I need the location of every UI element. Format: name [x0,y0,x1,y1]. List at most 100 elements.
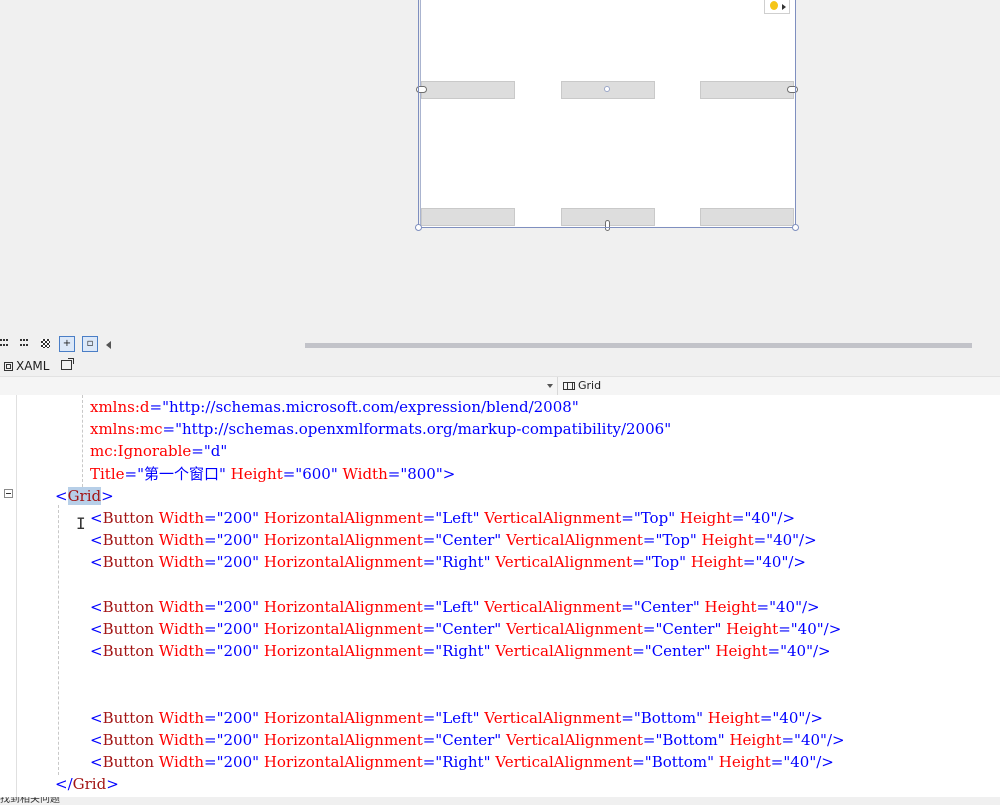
code-token: =" [642,531,663,550]
code-token: HorizontalAlignment [263,509,423,527]
preview-button-bottom-right[interactable] [700,208,794,226]
code-line[interactable]: mc:Ignorable="d" [90,440,227,462]
code-token: Left [442,708,473,727]
code-line[interactable]: <Button Width="200" HorizontalAlignment=… [90,596,820,618]
code-token: VerticalAlignment [505,731,643,749]
bottom-margin-anchor[interactable] [605,220,610,231]
preview-button-top-right[interactable] [700,81,794,99]
code-line[interactable]: </Grid> [55,773,119,795]
code-token: Center [640,597,693,616]
scroll-left-icon[interactable] [106,341,111,349]
code-token: 40 [762,553,782,572]
code-token: =" [422,553,443,572]
code-token: HorizontalAlignment [263,708,423,727]
code-line[interactable]: xmlns:mc="http://schemas.openxmlformats.… [90,418,671,440]
snap-grid-icon[interactable] [20,339,30,347]
grid-center-handle[interactable] [604,86,610,92]
code-token: Grid [72,775,107,794]
xaml-designer-surface[interactable] [0,0,1000,335]
code-token: xmlns:d [90,398,150,416]
swap-panes-icon[interactable] [61,358,74,370]
code-token: =" [422,753,443,772]
code-token: http://schemas.microsoft.com/expression/… [168,398,572,416]
code-token: < [90,509,103,527]
preview-button-top-left[interactable] [421,81,515,99]
code-token: > [101,486,114,505]
code-line[interactable]: <Button Width="200" HorizontalAlignment=… [90,640,831,662]
code-token: " [692,597,705,616]
code-token: Left [442,509,473,527]
code-token: Width [154,642,205,661]
code-line[interactable]: <Button Width="200" HorizontalAlignment=… [90,618,841,640]
project-code-icon[interactable]: ▫ [82,336,98,352]
code-token: =" [778,620,798,638]
view-tabs: XAML [0,356,1000,376]
code-token: Width [154,620,205,638]
code-token: Grid [67,486,102,505]
code-token: " [252,731,264,749]
designer-horizontal-scrollbar[interactable] [305,343,972,348]
resize-handle-bottom-left[interactable] [415,224,422,231]
code-token: Right [442,553,484,572]
code-line[interactable]: <Button Width="200" HorizontalAlignment=… [90,751,834,773]
code-token: " [252,531,264,550]
code-token: Center [442,731,495,749]
element-dropdown[interactable]: Grid [563,377,601,395]
code-token: =" [191,442,211,461]
code-line[interactable]: <Button Width="200" HorizontalAlignment=… [90,729,845,751]
code-token: Button [102,642,155,661]
code-token: " [252,620,264,638]
code-token: " [696,708,708,727]
code-line[interactable]: <Button Width="200" HorizontalAlignment=… [90,529,817,551]
code-token: " [668,509,680,527]
code-token: " [252,708,264,727]
code-token: Button [102,708,155,727]
preview-button-bottom-left[interactable] [421,208,515,226]
code-token: HorizontalAlignment [263,553,423,572]
code-token: =" [642,620,663,638]
chevron-down-icon[interactable] [547,384,553,388]
code-token: =" [204,509,224,527]
snap-lines-icon[interactable]: + [59,336,75,352]
code-token: =" [753,531,774,550]
checker-icon[interactable] [41,339,50,348]
code-token: Height [230,464,283,483]
code-token: =" [149,398,169,416]
code-token: =" [632,753,652,772]
code-token: " [252,753,264,772]
code-line[interactable]: <Button Width="200" HorizontalAlignment=… [90,507,795,529]
code-line[interactable]: <Button Width="200" HorizontalAlignment=… [90,551,806,573]
code-token: Center [442,531,495,550]
code-token: 40 [797,620,817,638]
designer-toolstrip: + ▫ [0,335,1000,355]
code-token: =" [731,509,752,527]
code-line[interactable]: <Button Width="200" HorizontalAlignment=… [90,707,823,729]
code-token: < [90,597,103,616]
tab-xaml[interactable]: XAML [0,356,53,376]
code-token: VerticalAlignment [495,642,633,661]
code-line[interactable]: <Grid> [55,485,114,507]
window-preview[interactable] [416,0,798,231]
code-token: Button [102,597,155,616]
code-token: =" [204,642,224,661]
xaml-code-editor[interactable]: xmlns:d="http://schemas.microsoft.com/ex… [0,395,1000,797]
code-token: =" [422,531,443,550]
right-margin-anchor[interactable] [787,86,798,93]
collapse-icon[interactable] [4,489,13,498]
resize-handle-bottom-right[interactable] [792,224,799,231]
code-line[interactable]: Title="第一个窗口" Height="600" Width="800"> [90,463,455,485]
code-token: < [90,531,103,550]
code-token: Top [651,553,680,572]
code-token: Button [102,509,155,527]
code-line[interactable]: xmlns:d="http://schemas.microsoft.com/ex… [90,396,579,418]
grid-layout-icon[interactable] [0,339,10,347]
lightbulb-icon[interactable] [764,0,790,14]
code-token: =" [422,597,443,616]
code-token: 200 [223,753,253,772]
code-token: =" [282,464,303,483]
code-navigation-bar: Grid [0,376,1000,396]
navbar-divider [557,377,558,395]
code-token: < [90,553,103,572]
code-token: "/> [820,731,845,749]
code-token: " [679,553,691,572]
